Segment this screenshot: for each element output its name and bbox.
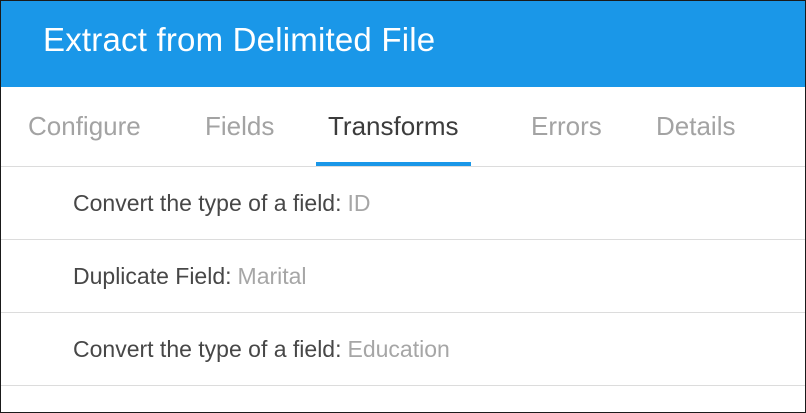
tab-details[interactable]: Details	[656, 87, 735, 166]
transform-field: Marital	[237, 262, 307, 289]
transform-type: Convert the type of a field:	[73, 335, 342, 362]
tab-bar: Configure Fields Transforms Errors Detai…	[1, 87, 805, 167]
transforms-list: Convert the type of a field: ID Duplicat…	[1, 167, 805, 386]
extract-panel: Extract from Delimited File Configure Fi…	[0, 0, 806, 413]
panel-header: Extract from Delimited File	[1, 1, 805, 87]
transform-item-duplicate-marital[interactable]: Duplicate Field: Marital	[1, 240, 805, 313]
transform-type: Duplicate Field:	[73, 262, 232, 289]
tab-transforms[interactable]: Transforms	[316, 87, 470, 166]
tab-errors[interactable]: Errors	[531, 87, 602, 166]
tab-configure[interactable]: Configure	[28, 87, 141, 166]
tab-fields[interactable]: Fields	[205, 87, 274, 166]
panel-title: Extract from Delimited File	[43, 21, 436, 58]
transform-item-convert-education[interactable]: Convert the type of a field: Education	[1, 313, 805, 386]
transform-field: Education	[347, 335, 450, 362]
transform-item-convert-id[interactable]: Convert the type of a field: ID	[1, 167, 805, 240]
transform-type: Convert the type of a field:	[73, 189, 342, 216]
transform-field: ID	[347, 189, 371, 216]
